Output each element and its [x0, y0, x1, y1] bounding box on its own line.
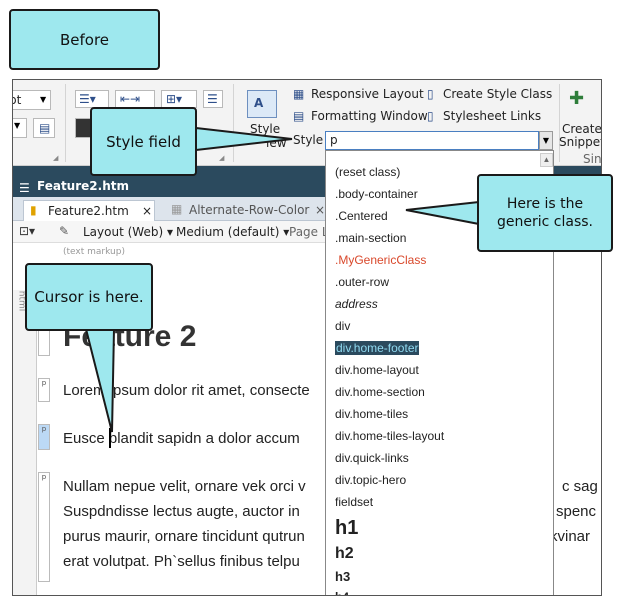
- style-callout-pointer: [195, 126, 293, 152]
- generic-callout-pointer: [405, 200, 480, 226]
- generic-class-callout: Here is the generic class.: [477, 174, 613, 252]
- before-callout: Before: [9, 9, 160, 70]
- before-label: Before: [59, 30, 110, 49]
- cursor-callout: Cursor is here.: [25, 263, 153, 331]
- cursor-callout-label: Cursor is here.: [34, 288, 144, 306]
- cursor-callout-pointer: [84, 328, 116, 433]
- style-field-callout-label: Style field: [106, 132, 181, 151]
- style-field-callout: Style field: [90, 107, 197, 176]
- generic-class-callout-label: Here is the generic class.: [497, 196, 593, 230]
